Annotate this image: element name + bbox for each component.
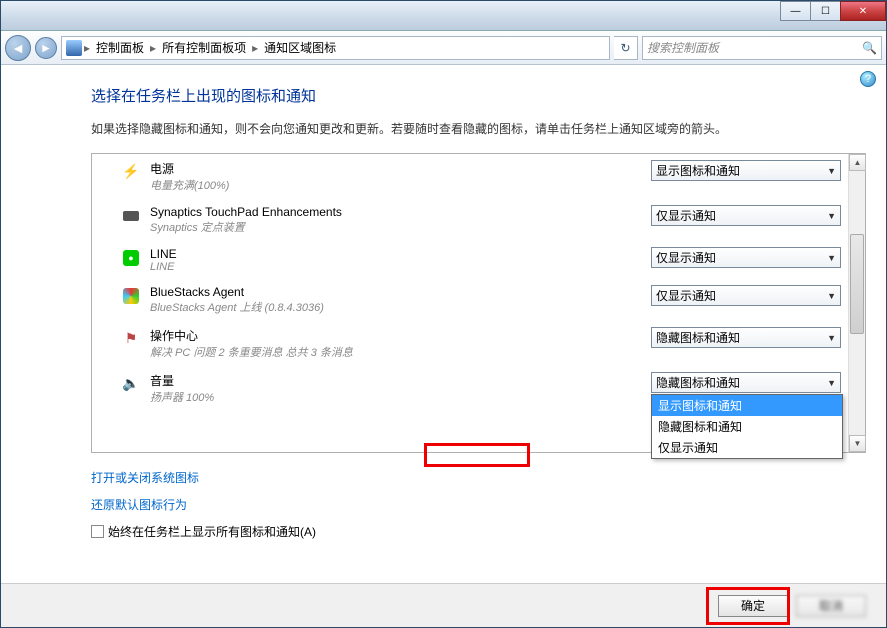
action-center-icon: ⚑ [122,329,140,347]
search-placeholder: 搜索控制面板 [647,39,719,56]
list-item: 🔈 音量 扬声器 100% 隐藏图标和通知▼ 显示图标和通知 隐藏图标和通知 仅… [92,366,865,411]
list-item: Synaptics TouchPad Enhancements Synaptic… [92,199,865,241]
refresh-icon: ↻ [620,41,630,55]
item-sub: Synaptics 定点装置 [150,219,651,235]
button-bar: 确定 取消 [1,583,886,627]
list-item: ⚑ 操作中心 解决 PC 问题 2 条重要消息 总共 3 条消息 隐藏图标和通知… [92,321,865,366]
nav-back-button[interactable]: ◄ [5,35,31,61]
chevron-down-icon: ▼ [827,333,836,343]
ok-button[interactable]: 确定 [718,595,788,617]
help-icon[interactable]: ? [860,71,876,87]
behavior-select[interactable]: 显示图标和通知▼ [651,160,841,181]
navbar: ◄ ► ▸ 控制面板 ▸ 所有控制面板项 ▸ 通知区域图标 ↻ 搜索控制面板 🔍 [1,31,886,65]
item-sub: 电量充满(100%) [150,177,651,193]
breadcrumb-item[interactable]: 控制面板 [92,39,148,56]
maximize-button[interactable]: ☐ [810,1,840,21]
links: 打开或关闭系统图标 还原默认图标行为 [91,469,866,513]
search-icon: 🔍 [862,41,877,55]
item-sub: 扬声器 100% [150,389,651,405]
chevron-down-icon: ▼ [827,166,836,176]
breadcrumb-item[interactable]: 所有控制面板项 [158,39,250,56]
item-name: 操作中心 [150,327,651,344]
system-icons-link[interactable]: 打开或关闭系统图标 [91,469,866,486]
behavior-select[interactable]: 隐藏图标和通知▼ 显示图标和通知 隐藏图标和通知 仅显示通知 [651,372,841,393]
volume-icon: 🔈 [122,374,140,392]
window: — ☐ ✕ ◄ ► ▸ 控制面板 ▸ 所有控制面板项 ▸ 通知区域图标 ↻ 搜索… [0,0,887,628]
dropdown-menu: 显示图标和通知 隐藏图标和通知 仅显示通知 [651,394,843,459]
item-sub: BlueStacks Agent 上线 (0.8.4.3036) [150,299,651,315]
nav-forward-button[interactable]: ► [35,37,57,59]
behavior-select[interactable]: 仅显示通知▼ [651,247,841,268]
line-icon: ● [122,249,140,267]
back-icon: ◄ [11,40,25,56]
list-item: BlueStacks Agent BlueStacks Agent 上线 (0.… [92,279,865,321]
restore-defaults-link[interactable]: 还原默认图标行为 [91,496,866,513]
breadcrumb-item[interactable]: 通知区域图标 [260,39,340,56]
chevron-down-icon: ▼ [827,253,836,263]
scroll-thumb[interactable] [850,234,864,334]
item-name: 音量 [150,372,651,389]
behavior-select[interactable]: 仅显示通知▼ [651,285,841,306]
always-show-checkbox[interactable] [91,525,104,538]
dropdown-option[interactable]: 隐藏图标和通知 [652,416,842,437]
item-name: Synaptics TouchPad Enhancements [150,205,651,219]
breadcrumb-sep: ▸ [84,41,90,55]
forward-icon: ► [40,41,52,55]
always-show-checkbox-row: 始终在任务栏上显示所有图标和通知(A) [91,523,866,540]
minimize-button[interactable]: — [780,1,810,21]
refresh-button[interactable]: ↻ [614,36,638,60]
notification-icon-list: ▲ ▼ ⚡ 电源 电量充满(100%) 显示图标和通知▼ Synaptics T… [91,153,866,453]
list-item: ● LINE LINE 仅显示通知▼ [92,241,865,279]
breadcrumb[interactable]: ▸ 控制面板 ▸ 所有控制面板项 ▸ 通知区域图标 [61,36,610,60]
scroll-up-button[interactable]: ▲ [849,154,866,171]
close-button[interactable]: ✕ [840,1,886,21]
item-name: 电源 [150,160,651,177]
scroll-down-button[interactable]: ▼ [849,435,866,452]
item-sub: 解决 PC 问题 2 条重要消息 总共 3 条消息 [150,344,651,360]
cancel-button[interactable]: 取消 [796,595,866,617]
behavior-select[interactable]: 隐藏图标和通知▼ [651,327,841,348]
checkbox-label: 始终在任务栏上显示所有图标和通知(A) [108,523,316,540]
breadcrumb-sep: ▸ [252,41,258,55]
dropdown-option[interactable]: 仅显示通知 [652,437,842,458]
titlebar: — ☐ ✕ [1,1,886,31]
bluestacks-icon [122,287,140,305]
behavior-select[interactable]: 仅显示通知▼ [651,205,841,226]
list-item: ⚡ 电源 电量充满(100%) 显示图标和通知▼ [92,154,865,199]
touchpad-icon [122,207,140,225]
breadcrumb-sep: ▸ [150,41,156,55]
item-name: BlueStacks Agent [150,285,651,299]
page-desc: 如果选择隐藏图标和通知，则不会向您通知更改和更新。若要随时查看隐藏的图标，请单击… [91,120,866,137]
item-sub: LINE [150,261,651,273]
control-panel-icon [66,40,82,56]
dropdown-option[interactable]: 显示图标和通知 [652,395,842,416]
page-title: 选择在任务栏上出现的图标和通知 [91,85,866,106]
search-input[interactable]: 搜索控制面板 🔍 [642,36,882,60]
chevron-down-icon: ▼ [827,291,836,301]
content-area: ? 选择在任务栏上出现的图标和通知 如果选择隐藏图标和通知，则不会向您通知更改和… [1,65,886,627]
chevron-down-icon: ▼ [827,211,836,221]
chevron-down-icon: ▼ [827,378,836,388]
power-icon: ⚡ [122,162,140,180]
scrollbar[interactable]: ▲ ▼ [848,154,865,452]
item-name: LINE [150,247,651,261]
